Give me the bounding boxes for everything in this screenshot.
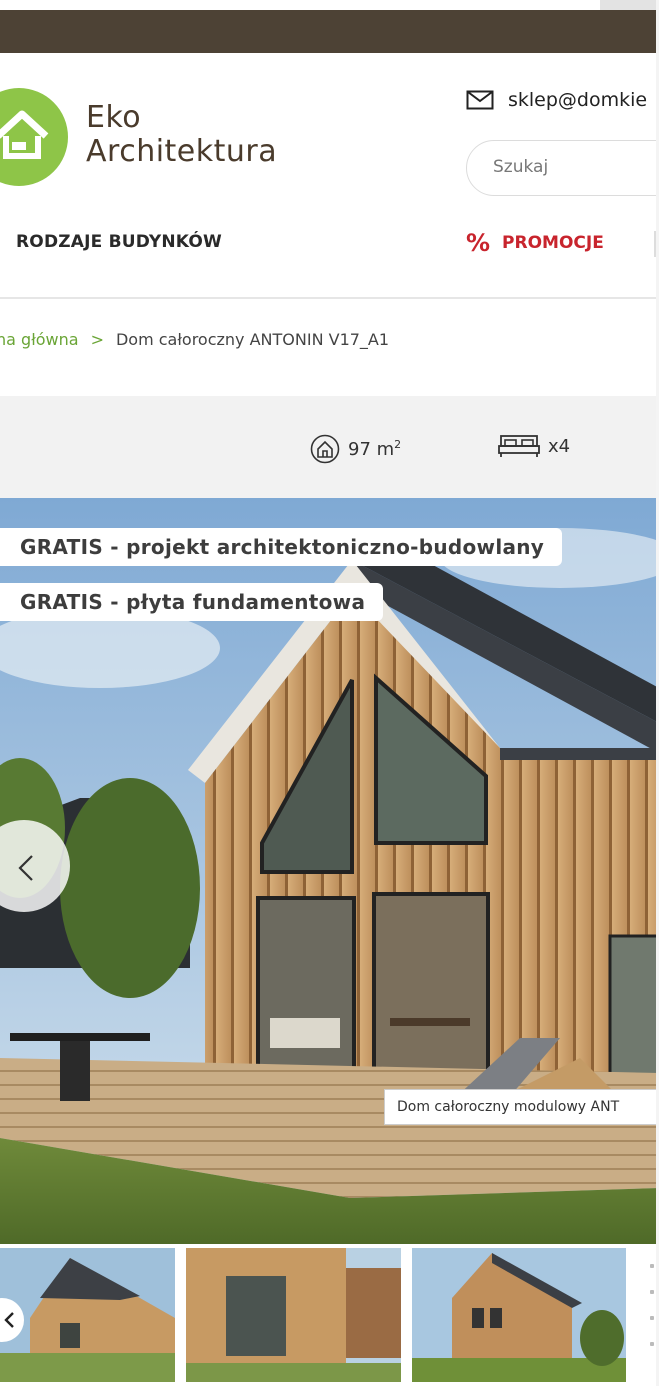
breadcrumb-current: Dom całoroczny ANTONIN V17_A1 [115,330,390,349]
bed-icon [498,435,540,457]
breadcrumb-home[interactable]: na główna [0,330,79,349]
search-box[interactable] [466,140,659,196]
brand-name[interactable]: Eko Architektura [86,101,277,169]
gallery-thumbnails [0,1244,659,1386]
spec-area: 97 m2 [310,434,401,464]
header-divider [0,297,659,299]
nav-building-types[interactable]: RODZAJE BUDYNKÓW [16,232,222,252]
email-text: sklep@domkie [508,89,648,111]
bedrooms-value: x4 [548,435,571,457]
thumbnail-2[interactable] [186,1248,401,1382]
chevron-left-icon [18,855,33,881]
brand-line-1: Eko [86,100,142,135]
thumbnail-3[interactable] [412,1248,626,1382]
logo-icon[interactable] [0,88,68,186]
promo-badge-foundation: GRATIS - płyta fundamentowa [0,583,384,621]
site-header: Eko Architektura sklep@domkie RODZAJE BU… [0,53,659,299]
breadcrumb: na główna > Dom całoroczny ANTONIN V17_A… [0,330,389,349]
image-caption: Dom całoroczny modulowy ANT [384,1089,659,1125]
chevron-left-small-icon [4,1312,14,1328]
promo-badge-project: GRATIS - projekt architektoniczno-budowl… [0,528,563,566]
nav-promotions[interactable]: % PROMOCJE [466,229,604,257]
contact-email[interactable]: sklep@domkie [466,89,647,111]
top-bar [0,10,659,53]
house-outline-icon [310,434,340,464]
area-value: 97 m2 [348,438,402,460]
envelope-icon [466,90,494,110]
search-input[interactable] [493,157,659,177]
promotions-label: PROMOCJE [502,233,604,253]
thumbnail-1[interactable] [0,1248,175,1382]
spec-bedrooms: x4 [498,434,570,458]
brand-line-2: Architektura [86,134,278,169]
thumbnail-scroll-indicator[interactable] [650,1264,654,1374]
breadcrumb-separator: > [90,330,104,349]
percent-icon: % [466,229,491,257]
